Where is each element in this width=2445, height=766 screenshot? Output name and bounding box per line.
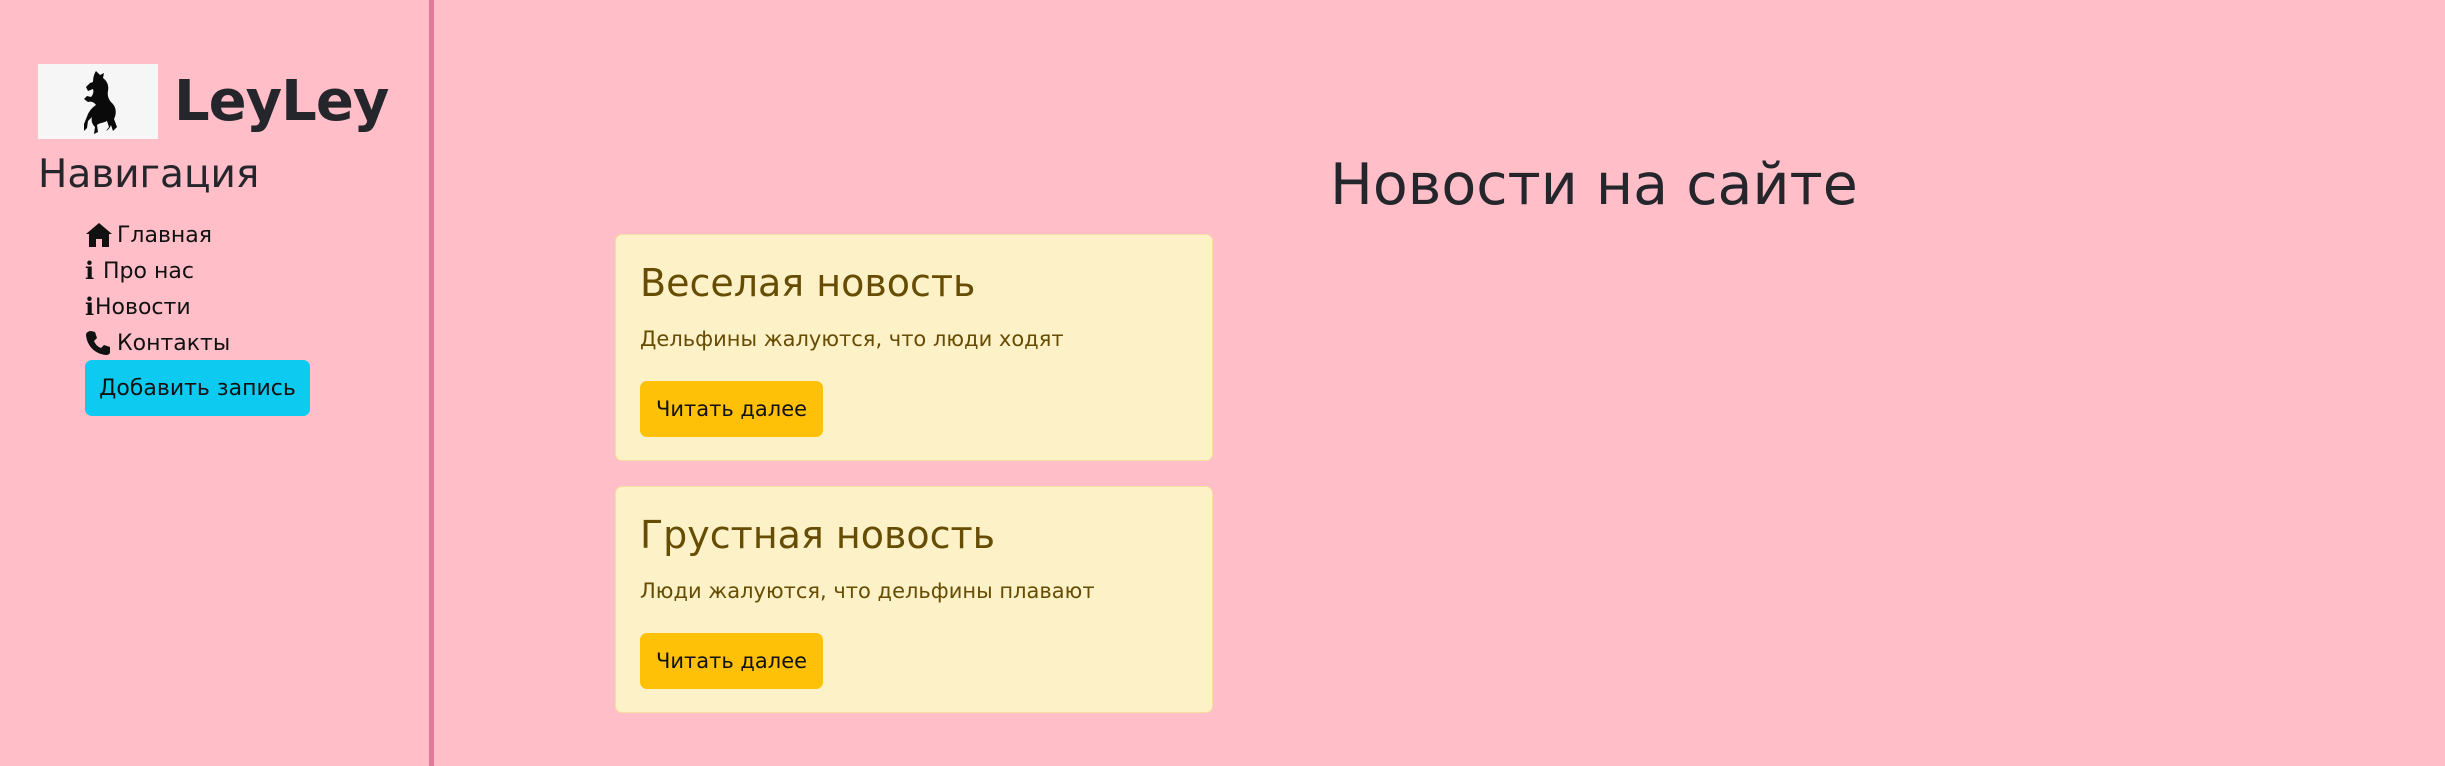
read-more-button[interactable]: Читать далее [640,633,823,689]
page: LeyLey Навигация Главная i Про нас i Нов… [0,0,2445,766]
news-text: Люди жалуются, что дельфины плавают [640,579,1095,603]
brand-name: LeyLey [174,69,389,134]
rearing-horse-icon [84,70,117,134]
page-title: Новости на сайте [1330,152,1858,218]
info-icon: i [85,292,95,321]
nav-item-label: Новости [95,294,191,320]
nav-item-label: Про нас [103,258,194,284]
nav-title: Навигация [38,152,260,197]
news-card: Веселая новость Дельфины жалуются, что л… [615,234,1213,461]
nav-item-about[interactable]: i Про нас [85,253,230,289]
nav-item-news[interactable]: i Новости [85,289,230,325]
sidebar: LeyLey Навигация Главная i Про нас i Нов… [0,0,429,766]
nav-item-contacts[interactable]: Контакты [85,325,230,361]
news-title: Грустная новость [640,513,996,557]
brand[interactable]: LeyLey [38,64,389,139]
nav-item-label: Контакты [117,330,231,356]
nav-item-home[interactable]: Главная [85,217,230,253]
phone-icon [85,329,113,357]
nav-list: Главная i Про нас i Новости Контакты [85,217,230,361]
nav-item-label: Главная [117,222,213,248]
home-icon [85,221,113,249]
sidebar-divider [429,0,434,766]
logo [38,64,158,139]
info-icon: i [85,256,95,285]
news-text: Дельфины жалуются, что люди ходят [640,327,1064,351]
news-title: Веселая новость [640,261,976,305]
read-more-button[interactable]: Читать далее [640,381,823,437]
news-card: Грустная новость Люди жалуются, что дель… [615,486,1213,713]
add-entry-button[interactable]: Добавить запись [85,360,310,416]
